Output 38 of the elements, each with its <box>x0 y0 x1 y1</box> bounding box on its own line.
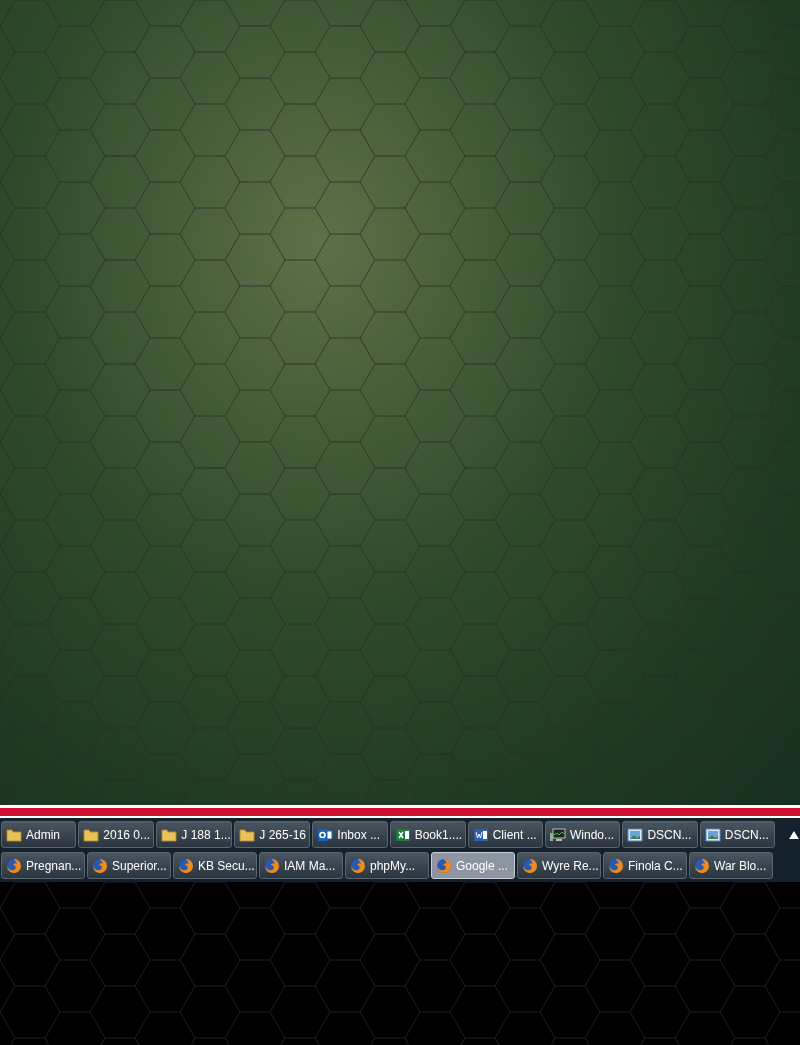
mail-app-icon <box>317 826 334 843</box>
browser-globe-icon <box>6 857 22 874</box>
taskbar-button[interactable]: DSCN... <box>699 821 776 848</box>
taskbar-button[interactable]: War Blo... <box>689 852 773 879</box>
document-icon <box>472 826 489 843</box>
taskbar-button[interactable]: Superior... <box>87 852 171 879</box>
taskbar-button[interactable]: Inbox ... <box>312 821 388 848</box>
taskbar-button[interactable]: J 188 1... <box>156 821 233 848</box>
show-hidden-icons-arrow-icon[interactable] <box>789 830 799 839</box>
taskbar-button[interactable]: Client ... <box>467 821 544 848</box>
folder-icon <box>239 826 256 843</box>
browser-globe-icon <box>608 857 624 874</box>
taskbar-button[interactable]: phpMy... <box>345 852 429 879</box>
browser-globe-icon <box>178 857 194 874</box>
browser-globe-icon <box>694 857 710 874</box>
picture-icon <box>627 826 644 843</box>
picture-icon <box>704 826 721 843</box>
monitor-icon <box>550 826 567 843</box>
taskbar-button[interactable]: KB Secu... <box>173 852 257 879</box>
spreadsheet-icon <box>394 826 411 843</box>
taskbar-button[interactable]: J 265-16 <box>234 821 311 848</box>
browser-globe-icon <box>264 857 280 874</box>
browser-globe-icon <box>350 857 366 874</box>
browser-globe-icon <box>92 857 108 874</box>
taskbar-button[interactable]: Finola C... <box>603 852 687 879</box>
taskbar-button[interactable]: Wyre Re... <box>517 852 601 879</box>
folder-icon <box>161 826 178 843</box>
taskbar-button[interactable]: 2016 0... <box>78 821 155 848</box>
taskbar-button[interactable]: Windo... <box>545 821 621 848</box>
taskbar-button[interactable]: Admin <box>1 821 77 848</box>
browser-globe-icon <box>436 857 452 874</box>
taskbar-button[interactable]: IAM Ma... <box>259 852 343 879</box>
folder-icon <box>6 826 22 843</box>
taskbar-button[interactable]: Pregnan... <box>1 852 85 879</box>
folder-icon <box>83 826 100 843</box>
taskbar-button[interactable]: Book1.... <box>389 821 466 848</box>
taskbar-button[interactable]: DSCN... <box>622 821 698 848</box>
browser-globe-icon <box>522 857 538 874</box>
